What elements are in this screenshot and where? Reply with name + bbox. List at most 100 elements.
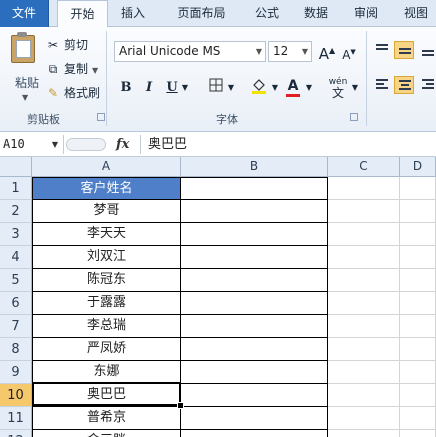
- chevron-down-icon[interactable]: ▼: [350, 79, 360, 97]
- cell-d8[interactable]: [400, 338, 436, 361]
- paste-button[interactable]: 粘贴 ▼: [6, 32, 40, 102]
- cell-d5[interactable]: [400, 269, 436, 292]
- chevron-down-icon[interactable]: ▼: [180, 79, 190, 97]
- row-header-1[interactable]: 1: [0, 177, 32, 200]
- cell-a12[interactable]: 金三胖: [32, 430, 181, 437]
- cell-c10[interactable]: [328, 384, 400, 407]
- phonetic-guide-icon[interactable]: wén 文: [327, 77, 349, 99]
- cell-c2[interactable]: [328, 200, 400, 223]
- cell-c7[interactable]: [328, 315, 400, 338]
- font-color-icon[interactable]: A: [285, 77, 301, 97]
- chevron-down-icon[interactable]: ▼: [304, 79, 314, 97]
- align-middle-icon[interactable]: [394, 41, 414, 59]
- tab-view[interactable]: 视图: [396, 0, 436, 27]
- fill-handle[interactable]: [177, 402, 184, 409]
- tab-insert[interactable]: 插入: [113, 0, 153, 27]
- cell-a11[interactable]: 普希京: [32, 407, 181, 430]
- chevron-down-icon[interactable]: ▼: [226, 79, 236, 97]
- cell-b9[interactable]: [181, 361, 328, 384]
- cell-d4[interactable]: [400, 246, 436, 269]
- cell-b5[interactable]: [181, 269, 328, 292]
- cut-button[interactable]: ✂ 剪切: [46, 36, 88, 54]
- align-center-icon[interactable]: [394, 76, 414, 94]
- shrink-font-icon[interactable]: A▼: [340, 43, 358, 64]
- tab-file[interactable]: 文件: [0, 0, 49, 27]
- name-box[interactable]: A10 ▼: [0, 135, 64, 154]
- cell-c9[interactable]: [328, 361, 400, 384]
- row-header-8[interactable]: 8: [0, 338, 32, 361]
- cell-a9[interactable]: 东娜: [32, 361, 181, 384]
- row-header-9[interactable]: 9: [0, 361, 32, 384]
- cell-a5[interactable]: 陈冠东: [32, 269, 181, 292]
- cell-a3[interactable]: 李天天: [32, 223, 181, 246]
- borders-icon[interactable]: [207, 78, 225, 98]
- column-header-c[interactable]: C: [328, 157, 400, 177]
- cell-d7[interactable]: [400, 315, 436, 338]
- cell-b1[interactable]: [181, 177, 328, 200]
- align-left-icon[interactable]: [372, 76, 392, 94]
- clipboard-dialog-launcher-icon[interactable]: [97, 113, 105, 121]
- font-dialog-launcher-icon[interactable]: [350, 113, 358, 121]
- cell-d6[interactable]: [400, 292, 436, 315]
- chevron-down-icon[interactable]: ▼: [92, 66, 98, 75]
- cell-c4[interactable]: [328, 246, 400, 269]
- cell-b7[interactable]: [181, 315, 328, 338]
- row-header-12[interactable]: 12: [0, 430, 32, 437]
- cell-b12[interactable]: [181, 430, 328, 437]
- row-header-3[interactable]: 3: [0, 223, 32, 246]
- cell-b10[interactable]: [181, 384, 328, 407]
- italic-button[interactable]: I: [141, 79, 157, 97]
- cell-c1[interactable]: [328, 177, 400, 200]
- row-header-10[interactable]: 10: [0, 384, 32, 407]
- column-header-d[interactable]: D: [400, 157, 436, 177]
- cell-d1[interactable]: [400, 177, 436, 200]
- cell-a6[interactable]: 于露露: [32, 292, 181, 315]
- row-header-11[interactable]: 11: [0, 407, 32, 430]
- cell-c12[interactable]: [328, 430, 400, 437]
- tab-page-layout[interactable]: 页面布局: [164, 0, 239, 27]
- tab-data[interactable]: 数据: [296, 0, 336, 27]
- tab-review[interactable]: 审阅: [346, 0, 386, 27]
- grow-font-icon[interactable]: A▲: [318, 42, 336, 63]
- bold-button[interactable]: B: [118, 79, 134, 97]
- chevron-down-icon[interactable]: ▼: [22, 93, 28, 102]
- cell-c5[interactable]: [328, 269, 400, 292]
- cell-a8[interactable]: 严凤娇: [32, 338, 181, 361]
- cell-c8[interactable]: [328, 338, 400, 361]
- row-header-4[interactable]: 4: [0, 246, 32, 269]
- row-header-5[interactable]: 5: [0, 269, 32, 292]
- cell-a2[interactable]: 梦哥: [32, 200, 181, 223]
- cell-b11[interactable]: [181, 407, 328, 430]
- align-top-icon[interactable]: [372, 41, 392, 59]
- column-header-b[interactable]: B: [181, 157, 328, 177]
- cell-d2[interactable]: [400, 200, 436, 223]
- row-header-6[interactable]: 6: [0, 292, 32, 315]
- cell-d9[interactable]: [400, 361, 436, 384]
- column-header-a[interactable]: A: [32, 157, 181, 177]
- align-bottom-icon[interactable]: [418, 41, 436, 59]
- align-right-icon[interactable]: [418, 76, 436, 94]
- cell-b3[interactable]: [181, 223, 328, 246]
- tab-home[interactable]: 开始: [57, 0, 108, 28]
- cell-b6[interactable]: [181, 292, 328, 315]
- row-header-2[interactable]: 2: [0, 200, 32, 223]
- cell-d10[interactable]: [400, 384, 436, 407]
- tab-formulas[interactable]: 公式: [247, 0, 287, 27]
- cell-d12[interactable]: [400, 430, 436, 437]
- copy-button[interactable]: ⧉ 复制 ▼: [46, 60, 98, 78]
- chevron-down-icon[interactable]: ▼: [270, 79, 280, 97]
- formula-bar-resize-handle[interactable]: [66, 138, 106, 151]
- format-painter-button[interactable]: ✎ 格式刷: [46, 84, 100, 102]
- select-all-corner[interactable]: [0, 157, 32, 177]
- font-size-select[interactable]: 12 ▼: [268, 41, 312, 62]
- cell-b8[interactable]: [181, 338, 328, 361]
- insert-function-button[interactable]: fx: [116, 133, 136, 156]
- font-name-select[interactable]: Arial Unicode MS ▼: [114, 41, 266, 62]
- cell-d11[interactable]: [400, 407, 436, 430]
- cell-c6[interactable]: [328, 292, 400, 315]
- cell-d3[interactable]: [400, 223, 436, 246]
- row-header-7[interactable]: 7: [0, 315, 32, 338]
- cell-a1[interactable]: 客户姓名: [32, 177, 181, 200]
- cell-c3[interactable]: [328, 223, 400, 246]
- cell-a7[interactable]: 李总瑞: [32, 315, 181, 338]
